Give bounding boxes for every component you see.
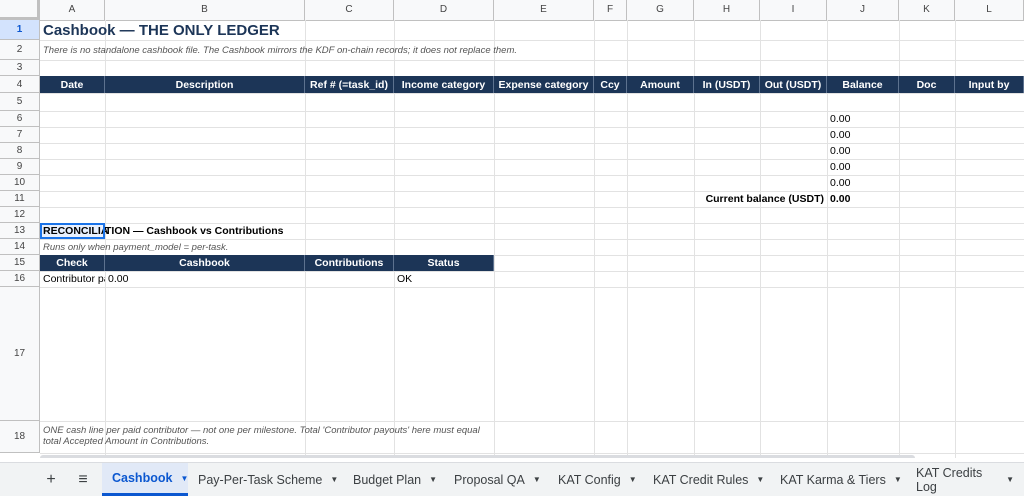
caret-down-icon: ▼ bbox=[429, 475, 438, 484]
column-header-i[interactable]: I bbox=[760, 0, 827, 20]
row-header-18[interactable]: 18 bbox=[0, 421, 40, 453]
tab-label: KAT Karma & Tiers bbox=[780, 472, 886, 487]
row-header-17[interactable]: 17 bbox=[0, 287, 40, 421]
column-header-d[interactable]: D bbox=[394, 0, 494, 20]
ledger-header-input-by[interactable]: Input by bbox=[955, 76, 1024, 93]
column-header-h[interactable]: H bbox=[694, 0, 760, 20]
current-balance-value[interactable]: 0.00 bbox=[827, 191, 899, 207]
sheet-title[interactable]: Cashbook — THE ONLY LEDGER bbox=[40, 20, 440, 40]
row-header-13[interactable]: 13 bbox=[0, 223, 40, 239]
ledger-header-income-category[interactable]: Income category bbox=[394, 76, 494, 93]
row-header-8[interactable]: 8 bbox=[0, 143, 40, 159]
row-header-9[interactable]: 9 bbox=[0, 159, 40, 175]
row-header-10[interactable]: 10 bbox=[0, 175, 40, 191]
select-all-corner[interactable] bbox=[0, 0, 40, 20]
tab-label: Pay-Per-Task Scheme bbox=[198, 472, 323, 487]
column-header-bar: A B C D E F G H I J K L bbox=[0, 0, 1024, 21]
column-header-a[interactable]: A bbox=[40, 0, 105, 20]
column-header-f[interactable]: F bbox=[594, 0, 627, 20]
tab-kat-credit-rules[interactable]: KAT Credit Rules ▼ bbox=[643, 463, 774, 496]
column-header-c[interactable]: C bbox=[305, 0, 394, 20]
column-header-k[interactable]: K bbox=[899, 0, 955, 20]
tab-cashbook[interactable]: Cashbook ▼ bbox=[102, 463, 188, 496]
ledger-header-doc[interactable]: Doc bbox=[899, 76, 955, 93]
row-header-7[interactable]: 7 bbox=[0, 127, 40, 143]
all-sheets-menu-icon[interactable]: ≡ bbox=[70, 463, 96, 496]
balance-cell[interactable]: 0.00 bbox=[827, 111, 899, 127]
tab-kat-karma-tiers[interactable]: KAT Karma & Tiers ▼ bbox=[770, 463, 912, 496]
tab-label: Cashbook bbox=[112, 471, 173, 485]
row-header-1[interactable]: 1 bbox=[0, 20, 40, 40]
recon-header-contributions[interactable]: Contributions bbox=[305, 255, 394, 271]
row-header-11[interactable]: 11 bbox=[0, 191, 40, 207]
spreadsheet-grid[interactable]: A B C D E F G H I J K L 1 2 3 4 5 6 7 8 … bbox=[0, 0, 1024, 458]
row-header-5[interactable]: 5 bbox=[0, 93, 40, 111]
tab-label: KAT Credit Rules bbox=[653, 472, 749, 487]
caret-down-icon: ▼ bbox=[628, 475, 637, 484]
ledger-header-expense-category[interactable]: Expense category bbox=[494, 76, 594, 93]
row-header-6[interactable]: 6 bbox=[0, 111, 40, 127]
recon-header-status[interactable]: Status bbox=[394, 255, 494, 271]
recon-header-check[interactable]: Check bbox=[40, 255, 105, 271]
ledger-header-in-usdt[interactable]: In (USDT) bbox=[694, 76, 760, 93]
tab-budget-plan[interactable]: Budget Plan ▼ bbox=[343, 463, 447, 496]
column-header-j[interactable]: J bbox=[827, 0, 899, 20]
tab-label: Budget Plan bbox=[353, 472, 422, 487]
ledger-header-ref[interactable]: Ref # (=task_id) bbox=[305, 76, 394, 93]
caret-down-icon: ▼ bbox=[756, 475, 765, 484]
reconciliation-note[interactable]: Runs only when payment_model = per-task. bbox=[40, 239, 400, 255]
ledger-header-amount[interactable]: Amount bbox=[627, 76, 694, 93]
ledger-header-balance[interactable]: Balance bbox=[827, 76, 899, 93]
sheet-tab-bar: + ≡ Cashbook ▼ Pay-Per-Task Scheme ▼ Budge… bbox=[0, 462, 1024, 496]
recon-status-cell[interactable]: OK bbox=[394, 271, 494, 287]
ledger-header-date[interactable]: Date bbox=[40, 76, 105, 93]
row-header-4[interactable]: 4 bbox=[0, 76, 40, 93]
reconciliation-title-selected-part[interactable]: RECONCILIA bbox=[40, 223, 108, 239]
tab-label: KAT Config bbox=[558, 472, 621, 487]
tab-proposal-qa[interactable]: Proposal QA ▼ bbox=[444, 463, 551, 496]
ledger-header-out-usdt[interactable]: Out (USDT) bbox=[760, 76, 827, 93]
reconciliation-title-rest: TION — Cashbook vs Contributions bbox=[105, 225, 284, 237]
balance-cell[interactable]: 0.00 bbox=[827, 159, 899, 175]
add-sheet-icon[interactable]: + bbox=[38, 463, 64, 496]
ledger-header-description[interactable]: Description bbox=[105, 76, 305, 93]
caret-down-icon: ▼ bbox=[1006, 475, 1014, 484]
column-header-b[interactable]: B bbox=[105, 0, 305, 20]
reconciliation-title[interactable]: RECONCILIA TION — Cashbook vs Contributio… bbox=[40, 223, 400, 239]
row-header-3[interactable]: 3 bbox=[0, 60, 40, 76]
tab-label: Proposal QA bbox=[454, 472, 525, 487]
row-header-15[interactable]: 15 bbox=[0, 255, 40, 271]
caret-down-icon: ▼ bbox=[330, 475, 339, 484]
recon-contributions-cell[interactable] bbox=[305, 271, 394, 287]
balance-cell[interactable]: 0.00 bbox=[827, 175, 899, 191]
tab-pay-per-task-scheme[interactable]: Pay-Per-Task Scheme ▼ bbox=[188, 463, 348, 496]
row-header-12[interactable]: 12 bbox=[0, 207, 40, 223]
caret-down-icon: ▼ bbox=[893, 475, 902, 484]
recon-cashbook-cell[interactable]: 0.00 bbox=[105, 271, 305, 287]
balance-cell[interactable]: 0.00 bbox=[827, 127, 899, 143]
column-header-l[interactable]: L bbox=[955, 0, 1024, 20]
footer-note[interactable]: ONE cash line per paid contributor — not… bbox=[40, 421, 494, 453]
ledger-header-ccy[interactable]: Ccy bbox=[594, 76, 627, 93]
row-header-2[interactable]: 2 bbox=[0, 40, 40, 60]
row-header-14[interactable]: 14 bbox=[0, 239, 40, 255]
caret-down-icon: ▼ bbox=[532, 475, 541, 484]
sheet-subtitle-note[interactable]: There is no standalone cashbook file. Th… bbox=[40, 40, 640, 60]
recon-check-cell[interactable]: Contributor payouts bbox=[40, 271, 105, 287]
balance-cell[interactable]: 0.00 bbox=[827, 143, 899, 159]
horizontal-scrollbar[interactable] bbox=[40, 455, 915, 458]
column-header-g[interactable]: G bbox=[627, 0, 694, 20]
column-header-e[interactable]: E bbox=[494, 0, 594, 20]
tab-label: KAT Credits Log bbox=[916, 465, 983, 494]
current-balance-label[interactable]: Current balance (USDT) bbox=[627, 191, 827, 207]
tab-kat-credits-log[interactable]: KAT Credits Log ▼ bbox=[906, 463, 1024, 496]
row-header-16[interactable]: 16 bbox=[0, 271, 40, 287]
recon-header-cashbook[interactable]: Cashbook bbox=[105, 255, 305, 271]
tab-kat-config[interactable]: KAT Config ▼ bbox=[548, 463, 647, 496]
